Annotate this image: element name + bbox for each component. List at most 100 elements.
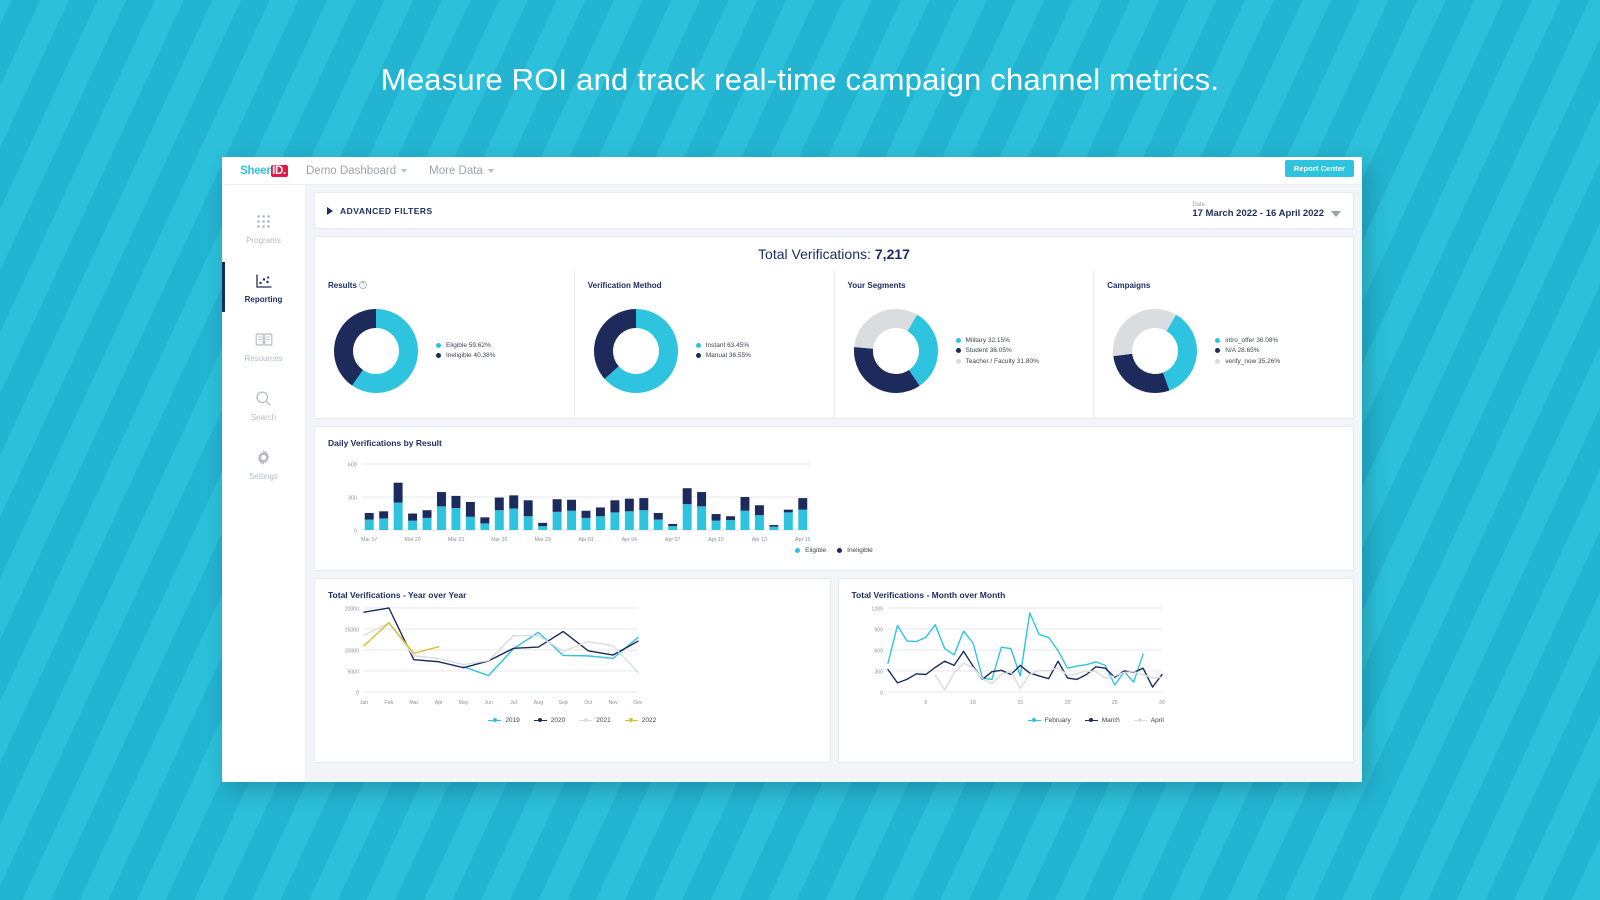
bar-segment-ineligible[interactable] (639, 498, 649, 511)
bar-segment-eligible[interactable] (523, 516, 533, 530)
bar-segment-eligible[interactable] (552, 511, 562, 530)
bar-segment-eligible[interactable] (364, 519, 374, 530)
menu-demo-dashboard[interactable]: Demo Dashboard (306, 165, 408, 177)
y-tick-label: 900 (874, 628, 883, 634)
bar-segment-eligible[interactable] (783, 512, 793, 530)
bar-segment-ineligible[interactable] (740, 497, 750, 511)
bar-segment-ineligible[interactable] (509, 495, 519, 509)
bar-segment-ineligible[interactable] (726, 516, 735, 521)
bar-segment-ineligible[interactable] (451, 495, 461, 508)
bar-segment-ineligible[interactable] (538, 522, 548, 527)
line-series[interactable] (363, 607, 639, 669)
bar-segment-eligible[interactable] (567, 510, 577, 530)
bar-segment-eligible[interactable] (595, 516, 605, 530)
bar-segment-ineligible[interactable] (379, 511, 389, 519)
bar-segment-ineligible[interactable] (422, 510, 432, 518)
y-tick-label: 0 (880, 691, 883, 697)
bar-segment-ineligible[interactable] (711, 514, 721, 521)
legend-label: 2020 (550, 717, 566, 724)
bar-segment-ineligible[interactable] (567, 499, 577, 511)
bar-segment-ineligible[interactable] (523, 500, 533, 517)
bar-segment-eligible[interactable] (451, 508, 461, 530)
bar-segment-eligible[interactable] (682, 504, 692, 530)
bar-segment-eligible[interactable] (509, 508, 519, 530)
bar-segment-ineligible[interactable] (465, 501, 475, 517)
donut-slice[interactable] (853, 308, 917, 349)
line-series[interactable] (363, 622, 639, 673)
x-tick-label: 15 (1017, 700, 1023, 706)
bar-segment-ineligible[interactable] (364, 512, 374, 520)
bar-segment-eligible[interactable] (480, 523, 490, 530)
bar-segment-ineligible[interactable] (408, 513, 418, 521)
legend-item: 2019 (488, 717, 520, 724)
bar-segment-eligible[interactable] (639, 510, 649, 530)
bar-segment-ineligible[interactable] (480, 517, 490, 524)
sidebar-item-programs[interactable]: Programs (222, 199, 305, 258)
bar-segment-eligible[interactable] (581, 517, 591, 530)
bar-segment-eligible[interactable] (754, 515, 764, 530)
advanced-filters-toggle[interactable]: ADVANCED FILTERS (327, 206, 433, 216)
legend-label: Teacher / Faculty 31.80% (965, 357, 1039, 365)
bar-segment-eligible[interactable] (769, 526, 779, 530)
bar-segment-ineligible[interactable] (552, 499, 562, 512)
x-tick-label: Jun (484, 700, 492, 706)
bar-segment-eligible[interactable] (422, 517, 432, 530)
bar-segment-ineligible[interactable] (610, 500, 620, 513)
bar-segment-ineligible[interactable] (769, 525, 779, 527)
bar-segment-eligible[interactable] (740, 510, 750, 530)
bar-segment-eligible[interactable] (494, 510, 504, 530)
sidebar-item-reporting[interactable]: Reporting (222, 258, 305, 317)
bar-segment-ineligible[interactable] (783, 509, 793, 513)
date-range-picker[interactable]: Date 17 March 2022 - 16 April 2022 (1192, 202, 1341, 219)
bar-segment-eligible[interactable] (393, 502, 403, 531)
bar-segment-ineligible[interactable] (595, 507, 605, 517)
x-tick-label: Apr 16 (795, 537, 810, 543)
y-tick-label: 5000 (347, 670, 359, 676)
donut-slice[interactable] (1113, 353, 1170, 393)
year-over-year-chart: 0 5000 10000 15000 20000 Jan Feb Mar Apr May Jun Ju… (328, 600, 817, 713)
bar-segment-eligible[interactable] (697, 506, 707, 530)
bar-segment-ineligible[interactable] (437, 492, 446, 507)
legend-line-icon (1133, 718, 1147, 722)
legend-dot-icon (1215, 337, 1221, 343)
bar-segment-eligible[interactable] (711, 520, 721, 530)
daily-verifications-chart: 0 300 600 Mar 17 Mar 20 Mar 23 Mar 26 Mar 29 Apr… (328, 458, 1340, 546)
bar-segment-ineligible[interactable] (697, 492, 707, 507)
menu-more-data[interactable]: More Data (429, 165, 494, 177)
bar-segment-eligible[interactable] (408, 520, 418, 530)
legend-line-icon (488, 718, 502, 722)
donut-slice[interactable] (593, 308, 636, 379)
y-tick-label: 10000 (345, 649, 360, 655)
bar-segment-eligible[interactable] (668, 526, 678, 530)
month-over-month-chart: 0 300 600 900 1200 5 10 15 20 25 30 (852, 600, 1341, 713)
bar-segment-ineligible[interactable] (798, 498, 808, 510)
bar-segment-ineligible[interactable] (624, 498, 634, 512)
x-tick-label: Sep (559, 700, 568, 706)
bar-segment-ineligible[interactable] (393, 482, 403, 503)
sidebar-item-resources[interactable]: Resources (222, 317, 305, 376)
y-tick-label: 600 (348, 463, 357, 469)
bar-segment-ineligible[interactable] (754, 505, 764, 516)
help-icon[interactable]: ? (358, 281, 367, 289)
sidebar-item-search[interactable]: Search (222, 376, 305, 435)
bar-segment-ineligible[interactable] (653, 512, 663, 520)
line-series[interactable] (363, 622, 440, 655)
bar-segment-eligible[interactable] (437, 506, 446, 530)
bar-segment-eligible[interactable] (798, 509, 808, 530)
bar-segment-eligible[interactable] (465, 516, 475, 530)
donut-slice[interactable] (1113, 308, 1177, 356)
donut-cell: Verification Method Instant 63.45% Manual … (575, 270, 835, 418)
bar-segment-eligible[interactable] (726, 520, 735, 530)
bar-segment-ineligible[interactable] (494, 497, 504, 511)
bar-segment-eligible[interactable] (379, 518, 389, 530)
bar-segment-eligible[interactable] (538, 526, 548, 530)
bar-segment-eligible[interactable] (624, 511, 634, 530)
sidebar-item-settings[interactable]: Settings (222, 435, 305, 494)
report-center-button[interactable]: Report Center (1284, 160, 1354, 177)
bar-segment-ineligible[interactable] (668, 523, 678, 527)
bar-segment-eligible[interactable] (610, 512, 620, 530)
bar-segment-ineligible[interactable] (581, 510, 591, 518)
legend-label: Student 36.05% (965, 347, 1012, 354)
bar-segment-ineligible[interactable] (682, 488, 692, 505)
bar-segment-eligible[interactable] (653, 519, 663, 530)
